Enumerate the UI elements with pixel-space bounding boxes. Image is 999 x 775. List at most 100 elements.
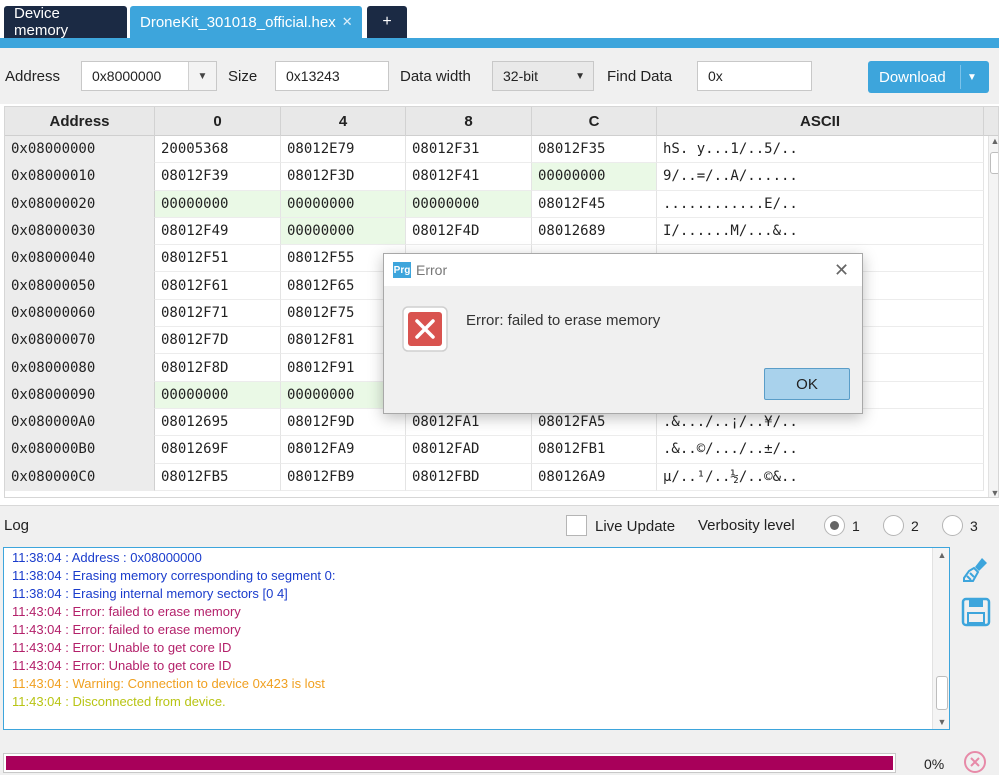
log-scrollbar[interactable]: ▲ ▼ [932, 548, 949, 729]
address-combobox[interactable]: 0x8000000 ▼ [81, 61, 217, 91]
data-cell[interactable]: 00000000 [155, 190, 281, 218]
ascii-cell[interactable]: ............E/.. [657, 190, 984, 218]
data-cell[interactable]: 08012FAD [406, 436, 532, 464]
data-cell[interactable]: 0801269F [155, 436, 281, 464]
address-cell[interactable]: 0x08000070 [5, 327, 155, 355]
address-cell[interactable]: 0x080000A0 [5, 408, 155, 437]
address-cell[interactable]: 0x08000030 [5, 217, 155, 246]
add-tab-button[interactable]: + [367, 6, 407, 38]
memory-toolbar: Address 0x8000000 ▼ Size 0x13243 Data wi… [0, 48, 999, 104]
data-cell[interactable]: 08012FB1 [532, 436, 657, 464]
scrollbar-thumb[interactable] [990, 152, 998, 174]
size-input[interactable]: 0x13243 [275, 61, 389, 91]
data-cell[interactable]: 08012FA9 [281, 436, 406, 464]
app-logo-icon: Prg [393, 262, 411, 278]
data-cell[interactable]: 08012FB9 [281, 463, 406, 491]
column-header-ascii[interactable]: ASCII [657, 107, 984, 136]
data-cell[interactable]: 08012F49 [155, 217, 281, 246]
cancel-icon[interactable] [963, 750, 987, 774]
table-row[interactable]: 0x08000010 08012F39 08012F3D 08012F41 000000… [5, 163, 984, 191]
data-cell[interactable]: 08012F39 [155, 163, 281, 191]
chevron-down-icon[interactable]: ▼ [989, 488, 998, 497]
data-cell[interactable]: 08012F51 [155, 245, 281, 273]
table-row[interactable]: 0x080000C0 08012FB5 08012FB9 08012FBD 080126… [5, 463, 984, 491]
download-button[interactable]: Download ▼ [868, 61, 989, 93]
ascii-cell[interactable]: hS. y...1/..5/.. [657, 136, 984, 164]
table-row[interactable]: 0x08000000 20005368 08012E79 08012F31 08012F… [5, 136, 984, 164]
error-dialog: Prg Error ✕ Error: failed to erase memor… [383, 253, 863, 414]
scrollbar-thumb[interactable] [936, 676, 948, 710]
data-cell[interactable]: 00000000 [281, 190, 406, 218]
data-cell[interactable]: 08012FB5 [155, 463, 281, 491]
table-scrollbar[interactable]: ▲ ▼ [988, 136, 998, 497]
verbosity-radio-3-label: 3 [970, 518, 978, 534]
data-cell[interactable]: 08012F31 [406, 136, 532, 164]
ascii-cell[interactable]: 9/..=/..A/...... [657, 163, 984, 191]
data-cell[interactable]: 08012F35 [532, 136, 657, 164]
address-cell[interactable]: 0x08000040 [5, 245, 155, 273]
address-cell[interactable]: 0x08000090 [5, 381, 155, 409]
ascii-cell[interactable]: .&..©/.../..±/.. [657, 436, 984, 464]
data-cell[interactable]: 08012695 [155, 408, 281, 437]
data-cell[interactable]: 08012F41 [406, 163, 532, 191]
data-cell[interactable]: 08012E79 [281, 136, 406, 164]
column-header-c[interactable]: C [532, 107, 657, 136]
address-cell[interactable]: 0x08000020 [5, 190, 155, 218]
chevron-down-icon[interactable]: ▼ [933, 717, 949, 727]
ascii-cell[interactable]: I/......M/...&.. [657, 217, 984, 246]
address-cell[interactable]: 0x08000060 [5, 299, 155, 328]
address-cell[interactable]: 0x08000010 [5, 163, 155, 191]
data-cell[interactable]: 00000000 [155, 381, 281, 409]
data-cell[interactable]: 08012F4D [406, 217, 532, 246]
data-cell[interactable]: 00000000 [532, 163, 657, 191]
chevron-down-icon[interactable]: ▼ [967, 72, 977, 83]
chevron-up-icon[interactable]: ▲ [933, 550, 949, 560]
data-cell[interactable]: 080126A9 [532, 463, 657, 491]
log-title: Log [4, 517, 30, 534]
plus-icon: + [382, 13, 392, 30]
address-cell[interactable]: 0x080000B0 [5, 436, 155, 464]
data-cell[interactable]: 08012F71 [155, 299, 281, 328]
address-cell[interactable]: 0x080000C0 [5, 463, 155, 491]
log-output[interactable]: 11:38:04 : Address : 0x08000000 11:38:04 … [3, 547, 950, 730]
verbosity-radio-3[interactable] [942, 515, 963, 536]
address-cell[interactable]: 0x08000050 [5, 272, 155, 300]
data-cell[interactable]: 00000000 [406, 190, 532, 218]
clear-log-broom-icon[interactable] [960, 554, 992, 586]
close-icon[interactable]: ✕ [342, 14, 353, 30]
data-cell[interactable]: 08012F45 [532, 190, 657, 218]
column-header-8[interactable]: 8 [406, 107, 532, 136]
column-header-address[interactable]: Address [5, 107, 155, 136]
column-header-0[interactable]: 0 [155, 107, 281, 136]
ascii-cell[interactable]: µ/..¹/..½/..©&.. [657, 463, 984, 491]
save-log-icon[interactable] [960, 596, 992, 628]
close-icon[interactable]: ✕ [834, 260, 849, 281]
log-lines: 11:38:04 : Address : 0x08000000 11:38:04 … [4, 548, 949, 711]
data-cell[interactable]: 20005368 [155, 136, 281, 164]
data-cell[interactable]: 08012F7D [155, 327, 281, 355]
find-data-input[interactable]: 0x [697, 61, 812, 91]
table-row[interactable]: 0x080000B0 0801269F 08012FA9 08012FAD 08012F… [5, 436, 984, 464]
address-cell[interactable]: 0x08000000 [5, 136, 155, 164]
chevron-up-icon[interactable]: ▲ [989, 136, 998, 146]
download-label: Download [879, 68, 946, 86]
table-row[interactable]: 0x08000020 00000000 00000000 00000000 08012F… [5, 190, 984, 218]
table-row[interactable]: 0x08000030 08012F49 00000000 08012F4D 080126… [5, 217, 984, 246]
table-header: Address 0 4 8 C ASCII [5, 107, 998, 136]
verbosity-radio-1[interactable] [824, 515, 845, 536]
column-header-4[interactable]: 4 [281, 107, 406, 136]
data-cell[interactable]: 08012F61 [155, 272, 281, 300]
data-cell[interactable]: 08012FBD [406, 463, 532, 491]
data-width-select[interactable]: 32-bit ▼ [492, 61, 594, 91]
data-cell[interactable]: 08012F8D [155, 354, 281, 382]
data-cell[interactable]: 08012F3D [281, 163, 406, 191]
tab-hex-file[interactable]: DroneKit_301018_official.hex ✕ [130, 6, 362, 38]
ok-button[interactable]: OK [764, 368, 850, 400]
tab-device-memory[interactable]: Device memory [4, 5, 127, 39]
data-cell[interactable]: 08012689 [532, 217, 657, 246]
address-cell[interactable]: 0x08000080 [5, 354, 155, 382]
verbosity-radio-2[interactable] [883, 515, 904, 536]
data-cell[interactable]: 00000000 [281, 217, 406, 246]
chevron-down-icon[interactable]: ▼ [188, 62, 216, 90]
live-update-checkbox[interactable] [566, 515, 587, 536]
